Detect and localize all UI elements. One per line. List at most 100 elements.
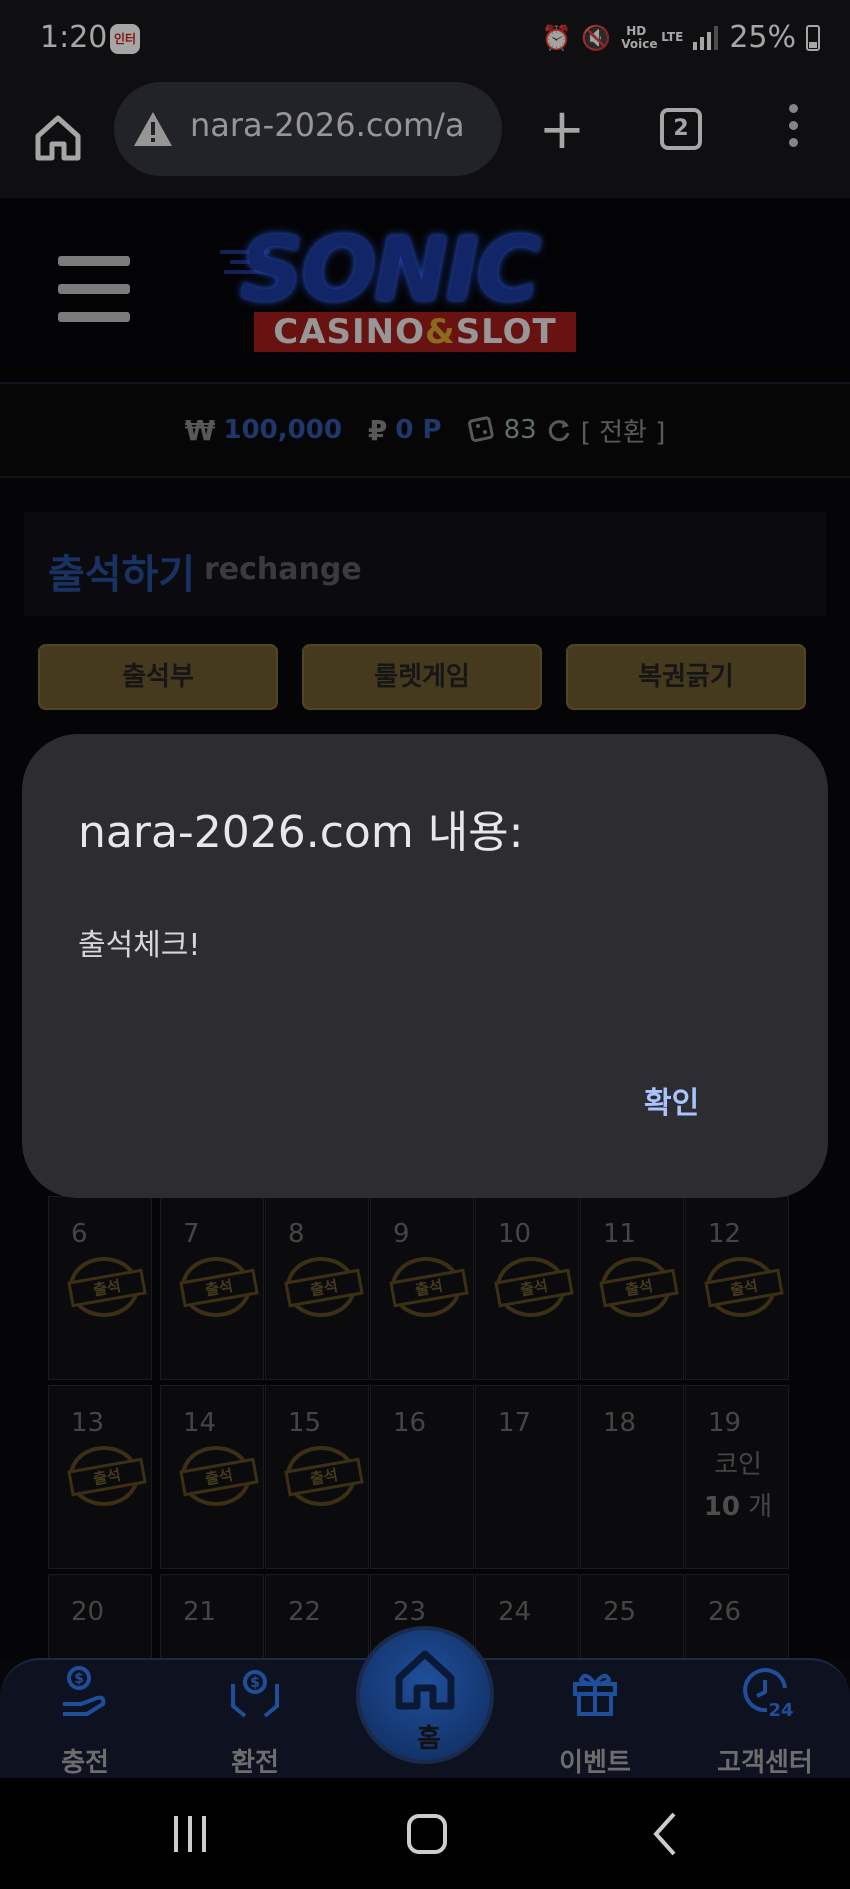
won-icon: ₩ [184,413,216,447]
calendar-day-number: 16 [393,1408,427,1438]
exchange-hand-icon: $ [231,1670,279,1718]
tab-attendance[interactable]: 출석부 [38,644,278,710]
attendance-stamp-icon: 출석 [704,1257,784,1317]
money-balance: ₩ 100,000 [185,414,342,447]
url-text[interactable]: nara-2026.com/a [190,106,490,144]
calendar-day-cell: 11 출석 [580,1196,684,1380]
nav-deposit-label: 충전 [61,1748,109,1778]
calendar-day-number: 15 [288,1408,322,1438]
refresh-icon[interactable] [545,416,573,444]
calendar-day-cell: 19 코인 10 개 [685,1385,789,1569]
calendar-day-number: 6 [71,1219,88,1249]
attendance-stamp-icon: 출석 [67,1257,147,1317]
site-logo[interactable]: SONIC CASINO&SLOT [220,220,610,356]
nav-support[interactable]: 24 고객센터 [700,1660,830,1780]
calendar-day-cell: 10 출석 [475,1196,579,1380]
attendance-stamp-icon: 출석 [389,1257,469,1317]
section-subtitle: rechange [204,552,362,587]
site-header: SONIC CASINO&SLOT [0,198,850,384]
calendar-day-cell: 17 [475,1385,579,1569]
hamburger-menu-icon[interactable] [58,256,130,322]
calendar-day-cell: 7 출석 [160,1196,264,1380]
reward-amount: 10 개 [686,1486,790,1523]
battery-icon [806,24,820,51]
reward-amount-value: 10 [703,1492,740,1522]
nav-home-button[interactable]: 홈 [356,1626,494,1764]
calendar-day-cell: 14 출석 [160,1385,264,1569]
lte-icon: LTE [661,30,684,44]
calendar-day-number: 14 [183,1408,217,1438]
status-time: 1:20 [40,20,108,55]
attendance-stamp-label: 출석 [67,1457,147,1497]
calendar-day-number: 11 [603,1219,637,1249]
calendar-day-cell: 6 출석 [48,1196,152,1380]
address-bar[interactable]: nara-2026.com/a [114,82,502,176]
calendar-day-number: 26 [708,1597,742,1627]
nav-event-label: 이벤트 [559,1748,631,1778]
attendance-stamp-icon: 출석 [67,1446,147,1506]
battery-percent: 25% [729,20,796,55]
switch-link[interactable]: [ 전환 ] [581,412,666,449]
attendance-stamp-icon: 출석 [599,1257,679,1317]
section-title: 출석하기 [48,552,196,598]
support-24-icon: 24 [743,1668,793,1720]
calendar-day-number: 18 [603,1408,637,1438]
status-bar: 1:20 인터 ⏰ 🔇 HD Voice LTE 25% [0,0,850,82]
attendance-stamp-label: 출석 [179,1268,259,1308]
svg-text:$: $ [250,1675,260,1691]
calendar-day-number: 10 [498,1219,532,1249]
nav-support-label: 고객센터 [717,1748,813,1778]
calendar-day-cell: 9 출석 [370,1196,474,1380]
nav-event[interactable]: 이벤트 [530,1660,660,1780]
coin-value: 83 [503,415,537,445]
reward-label: 코인 [714,1450,762,1480]
calendar-day-number: 23 [393,1597,427,1627]
recent-apps-icon[interactable] [160,1806,220,1862]
calendar-day-cell: 18 [580,1385,684,1569]
notification-app-icon: 인터 [110,24,140,54]
browser-home-button[interactable] [30,110,86,166]
calendar-day-cell: 16 [370,1385,474,1569]
attendance-stamp-label: 출석 [704,1268,784,1308]
tab-switcher-button[interactable]: 2 [660,108,702,150]
attendance-stamp-label: 출석 [599,1268,679,1308]
calendar-day-number: 24 [498,1597,532,1627]
nav-deposit[interactable]: $ 충전 [20,1660,150,1780]
nav-withdraw-label: 환전 [231,1748,279,1778]
tab-lottery[interactable]: 복권긁기 [566,644,806,710]
calendar-day-number: 9 [393,1219,410,1249]
dialog-title: nara-2026.com 내용: [78,807,524,858]
svg-text:24: 24 [768,1700,793,1720]
attendance-stamp-label: 출석 [67,1268,147,1308]
logo-sub-amp: & [425,312,456,352]
dialog-message: 출석체크! [78,928,201,963]
calendar-day-number: 19 [708,1408,742,1438]
tab-roulette[interactable]: 룰렛게임 [302,644,542,710]
attendance-stamp-icon: 출석 [284,1257,364,1317]
reward-unit: 개 [748,1492,773,1522]
mute-icon: 🔇 [581,23,612,52]
dice-icon [467,416,494,443]
back-icon[interactable] [636,1806,696,1862]
calendar-day-number: 20 [71,1597,105,1627]
attendance-stamp-label: 출석 [284,1457,364,1497]
point-icon: ₽ [367,413,388,447]
attendance-stamp-icon: 출석 [284,1446,364,1506]
new-tab-button[interactable]: + [538,102,586,158]
dialog-confirm-button[interactable]: 확인 [644,1078,699,1122]
browser-menu-button[interactable] [780,104,806,156]
section-header: 출석하기 rechange [24,512,826,616]
deposit-hand-icon: $ [63,1666,106,1716]
calendar-day-number: 8 [288,1219,305,1249]
system-nav-bar [0,1778,850,1889]
nav-withdraw[interactable]: $ 환전 [190,1660,320,1780]
warning-icon[interactable] [132,110,174,148]
gift-icon [573,1673,617,1716]
logo-subtitle: CASINO&SLOT [254,312,576,352]
attendance-stamp-label: 출석 [179,1457,259,1497]
system-home-icon[interactable] [397,1806,457,1862]
home-icon [395,1650,455,1710]
calendar-day-cell: 12 출석 [685,1196,789,1380]
balance-bar: ₩ 100,000 ₽ 0 P 83 [ 전환 ] [0,384,850,478]
calendar-day-number: 7 [183,1219,200,1249]
